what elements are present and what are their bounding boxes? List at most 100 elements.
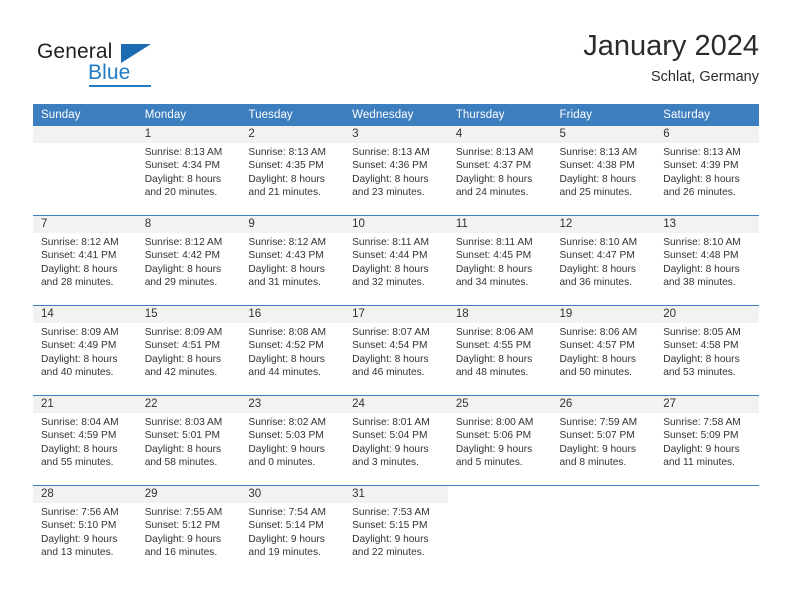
- day-number: [655, 486, 759, 503]
- day-info-line: Sunset: 4:59 PM: [41, 430, 117, 442]
- calendar-day-cell[interactable]: 3 Sunrise: 8:13 AM Sunset: 4:36 PM Daylight…: [344, 126, 448, 216]
- day-sun-info: Sunrise: 8:12 AM Sunset: 4:41 PM Daylight:…: [33, 233, 137, 290]
- day-info-line: Sunrise: 8:13 AM: [352, 147, 430, 158]
- day-info-line: Sunset: 4:39 PM: [663, 160, 739, 172]
- calendar-day-cell[interactable]: 29 Sunrise: 7:55 AM Sunset: 5:12 PM Dayligh…: [136, 485, 241, 575]
- day-info-line: and 24 minutes.: [455, 187, 529, 199]
- calendar-day-cell[interactable]: 16 Sunrise: 8:08 AM Sunset: 4:52 PM Dayligh…: [240, 305, 345, 396]
- day-sun-info: Sunrise: 8:11 AM Sunset: 4:44 PM Daylight:…: [344, 233, 448, 290]
- day-number: 5: [551, 126, 656, 143]
- day-info-line: Sunrise: 8:10 AM: [663, 237, 741, 248]
- calendar-day-cell[interactable]: [447, 485, 552, 575]
- day-info-line: and 55 minutes.: [41, 457, 114, 469]
- calendar-day-cell[interactable]: 22 Sunrise: 8:03 AM Sunset: 5:01 PM Dayligh…: [136, 395, 241, 486]
- calendar-day-cell[interactable]: 11 Sunrise: 8:11 AM Sunset: 4:45 PM Dayligh…: [447, 215, 552, 306]
- day-info-line: Sunrise: 8:07 AM: [352, 327, 430, 338]
- calendar-day-cell[interactable]: [655, 485, 759, 575]
- day-info-line: Sunset: 5:01 PM: [144, 430, 221, 442]
- day-info-line: Daylight: 8 hours: [352, 263, 429, 275]
- calendar-day-cell[interactable]: 13 Sunrise: 8:10 AM Sunset: 4:48 PM Dayligh…: [655, 215, 759, 306]
- calendar-day-cell[interactable]: 10 Sunrise: 8:11 AM Sunset: 4:44 PM Dayligh…: [344, 215, 448, 306]
- day-sun-info: Sunrise: 8:10 AM Sunset: 4:48 PM Daylight:…: [655, 233, 759, 290]
- calendar-day-cell[interactable]: 27 Sunrise: 7:58 AM Sunset: 5:09 PM Dayligh…: [655, 395, 759, 486]
- calendar-day-cell[interactable]: 4 Sunrise: 8:13 AM Sunset: 4:37 PM Daylight…: [447, 126, 552, 216]
- weekday-header-cell: Saturday: [655, 104, 759, 126]
- day-info-line: Sunset: 5:12 PM: [144, 520, 221, 532]
- day-info-line: Sunrise: 8:01 AM: [352, 417, 430, 428]
- calendar-day-cell[interactable]: 6 Sunrise: 8:13 AM Sunset: 4:39 PM Daylight…: [655, 126, 759, 216]
- day-number: 18: [447, 306, 552, 323]
- day-info-line: and 21 minutes.: [248, 187, 321, 199]
- calendar-day-cell[interactable]: 7 Sunrise: 8:12 AM Sunset: 4:41 PM Daylight…: [33, 215, 137, 306]
- day-cell-inner: 1 Sunrise: 8:13 AM Sunset: 4:34 PM Daylight…: [136, 126, 241, 215]
- day-info-line: and 13 minutes.: [41, 547, 114, 559]
- day-number: 25: [447, 396, 552, 413]
- day-info-line: and 16 minutes.: [144, 547, 218, 559]
- day-sun-info: Sunrise: 8:05 AM Sunset: 4:58 PM Daylight:…: [655, 323, 759, 380]
- calendar-day-cell[interactable]: [551, 485, 656, 575]
- day-info-line: Daylight: 8 hours: [663, 173, 740, 185]
- calendar-day-cell[interactable]: 18 Sunrise: 8:06 AM Sunset: 4:55 PM Dayligh…: [447, 305, 552, 396]
- weekday-header-cell: Thursday: [447, 104, 552, 126]
- day-info-line: Sunrise: 7:56 AM: [41, 507, 119, 518]
- calendar-day-cell[interactable]: 8 Sunrise: 8:12 AM Sunset: 4:42 PM Daylight…: [136, 215, 241, 306]
- day-info-line: Sunset: 5:03 PM: [248, 430, 324, 442]
- day-cell-inner: 3 Sunrise: 8:13 AM Sunset: 4:36 PM Daylight…: [344, 126, 448, 215]
- day-number: [552, 486, 656, 503]
- day-number: 10: [344, 216, 448, 233]
- generalblue-logo[interactable]: General Blue: [33, 34, 253, 90]
- day-sun-info: Sunrise: 8:13 AM Sunset: 4:36 PM Daylight:…: [344, 143, 448, 200]
- day-sun-info: Sunrise: 8:11 AM Sunset: 4:45 PM Daylight:…: [448, 233, 552, 290]
- day-cell-inner: 9 Sunrise: 8:12 AM Sunset: 4:43 PM Daylight…: [240, 216, 345, 305]
- day-sun-info: Sunrise: 8:06 AM Sunset: 4:55 PM Daylight:…: [448, 323, 552, 380]
- day-info-line: Sunset: 4:34 PM: [144, 160, 221, 172]
- calendar-day-cell[interactable]: 5 Sunrise: 8:13 AM Sunset: 4:38 PM Daylight…: [551, 126, 656, 216]
- calendar-day-cell[interactable]: 17 Sunrise: 8:07 AM Sunset: 4:54 PM Dayligh…: [344, 305, 448, 396]
- calendar-day-cell[interactable]: [33, 126, 137, 216]
- day-info-line: Daylight: 8 hours: [248, 353, 325, 365]
- calendar-day-cell[interactable]: 25 Sunrise: 8:00 AM Sunset: 5:06 PM Dayligh…: [447, 395, 552, 486]
- calendar-header-row: Sunday Monday Tuesday Wednesday Thursday Frid…: [33, 104, 759, 126]
- day-cell-inner: 19 Sunrise: 8:06 AM Sunset: 4:57 PM Dayligh…: [551, 306, 656, 395]
- calendar-day-cell[interactable]: 26 Sunrise: 7:59 AM Sunset: 5:07 PM Dayligh…: [551, 395, 656, 486]
- calendar-day-cell[interactable]: 19 Sunrise: 8:06 AM Sunset: 4:57 PM Dayligh…: [551, 305, 656, 396]
- calendar-day-cell[interactable]: 15 Sunrise: 8:09 AM Sunset: 4:51 PM Dayligh…: [136, 305, 241, 396]
- calendar-day-cell[interactable]: 24 Sunrise: 8:01 AM Sunset: 5:04 PM Dayligh…: [344, 395, 448, 486]
- day-info-line: Sunrise: 8:13 AM: [144, 147, 223, 158]
- day-sun-info: [448, 503, 552, 506]
- calendar-day-cell[interactable]: 14 Sunrise: 8:09 AM Sunset: 4:49 PM Dayligh…: [33, 305, 137, 396]
- calendar-day-cell[interactable]: 2 Sunrise: 8:13 AM Sunset: 4:35 PM Daylight…: [240, 126, 345, 216]
- day-info-line: Sunset: 4:38 PM: [559, 160, 635, 172]
- day-info-line: Sunset: 4:48 PM: [663, 250, 739, 262]
- calendar-table: Sunday Monday Tuesday Wednesday Thursday Frid…: [33, 104, 759, 575]
- calendar-day-cell[interactable]: 12 Sunrise: 8:10 AM Sunset: 4:47 PM Dayligh…: [551, 215, 656, 306]
- calendar-day-cell[interactable]: 1 Sunrise: 8:13 AM Sunset: 4:34 PM Daylight…: [136, 126, 241, 216]
- calendar-day-cell[interactable]: 23 Sunrise: 8:02 AM Sunset: 5:03 PM Dayligh…: [240, 395, 345, 486]
- day-number: 14: [33, 306, 137, 323]
- day-sun-info: Sunrise: 8:01 AM Sunset: 5:04 PM Daylight:…: [344, 413, 448, 470]
- day-number: 23: [240, 396, 345, 413]
- day-info-line: Sunset: 4:49 PM: [41, 340, 117, 352]
- day-info-line: Daylight: 9 hours: [559, 443, 636, 455]
- day-info-line: and 34 minutes.: [455, 277, 529, 289]
- day-number: 24: [344, 396, 448, 413]
- calendar-day-cell[interactable]: 28 Sunrise: 7:56 AM Sunset: 5:10 PM Dayligh…: [33, 485, 137, 575]
- day-sun-info: Sunrise: 8:04 AM Sunset: 4:59 PM Daylight:…: [33, 413, 137, 470]
- day-number: 17: [344, 306, 448, 323]
- day-info-line: Daylight: 9 hours: [248, 443, 325, 455]
- day-cell-inner: 10 Sunrise: 8:11 AM Sunset: 4:44 PM Dayligh…: [344, 216, 448, 305]
- calendar-day-cell[interactable]: 20 Sunrise: 8:05 AM Sunset: 4:58 PM Dayligh…: [655, 305, 759, 396]
- calendar-day-cell[interactable]: 21 Sunrise: 8:04 AM Sunset: 4:59 PM Dayligh…: [33, 395, 137, 486]
- day-cell-inner: 11 Sunrise: 8:11 AM Sunset: 4:45 PM Dayligh…: [447, 216, 552, 305]
- day-info-line: Daylight: 8 hours: [455, 353, 533, 365]
- day-info-line: and 40 minutes.: [41, 367, 114, 379]
- calendar-week-row: 7 Sunrise: 8:12 AM Sunset: 4:41 PM Daylight…: [33, 215, 759, 306]
- calendar-day-cell[interactable]: 9 Sunrise: 8:12 AM Sunset: 4:43 PM Daylight…: [240, 215, 345, 306]
- weekday-header-cell: Wednesday: [344, 104, 448, 126]
- day-cell-inner: 20 Sunrise: 8:05 AM Sunset: 4:58 PM Dayligh…: [655, 306, 759, 395]
- calendar-week-row: 14 Sunrise: 8:09 AM Sunset: 4:49 PM Dayligh…: [33, 305, 759, 396]
- calendar-day-cell[interactable]: 31 Sunrise: 7:53 AM Sunset: 5:15 PM Dayligh…: [344, 485, 448, 575]
- calendar-day-cell[interactable]: 30 Sunrise: 7:54 AM Sunset: 5:14 PM Dayligh…: [240, 485, 345, 575]
- day-cell-inner: 7 Sunrise: 8:12 AM Sunset: 4:41 PM Daylight…: [33, 216, 137, 305]
- weekday-header-cell: Sunday: [33, 104, 137, 126]
